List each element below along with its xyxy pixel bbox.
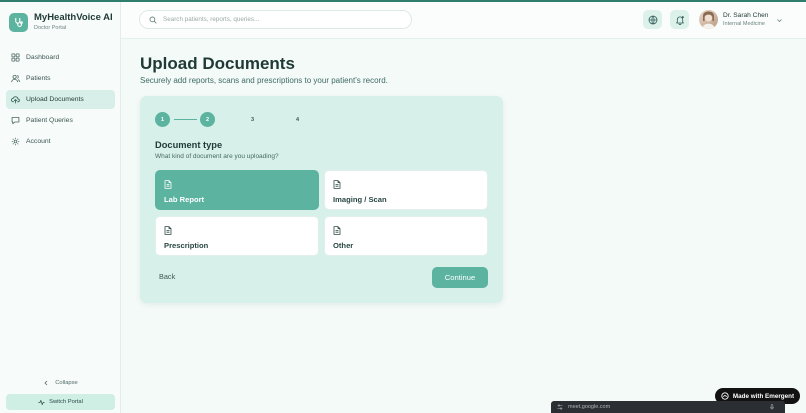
notifications-button[interactable] <box>670 10 689 29</box>
badge-label: Made with Emergent <box>732 392 795 400</box>
wizard-stepper: 1 2 3 4 <box>155 112 315 127</box>
avatar[interactable] <box>699 10 718 29</box>
search-input[interactable] <box>163 16 403 23</box>
microphone-icon[interactable] <box>769 404 775 410</box>
sidebar-item-label: Upload Documents <box>26 96 84 103</box>
emergent-logo-icon <box>721 392 729 400</box>
chevron-left-icon <box>44 380 48 385</box>
section-title: Document type <box>155 140 223 150</box>
step-connector <box>174 119 197 120</box>
sidebar-item-label: Account <box>26 138 51 145</box>
stethoscope-logo-icon <box>9 12 28 32</box>
sidebar-item-upload-documents[interactable]: Upload Documents <box>6 90 115 109</box>
bell-icon <box>675 15 684 25</box>
option-lab-report[interactable]: Lab Report <box>155 170 319 210</box>
sidebar-item-patient-queries[interactable]: Patient Queries <box>6 111 115 130</box>
step-4: 4 <box>295 116 300 123</box>
option-label: Prescription <box>164 241 209 250</box>
switch-portal-label: Switch Portal <box>49 399 83 405</box>
step-3: 3 <box>250 116 255 123</box>
pulse-icon <box>38 399 45 405</box>
user-role: Internal Medicine <box>723 21 765 27</box>
continue-button[interactable]: Continue <box>432 267 488 288</box>
sidebar-item-account[interactable]: Account <box>6 132 115 151</box>
brand[interactable]: MyHealthVoice AI Doctor Portal <box>9 12 113 32</box>
top-header: Dr. Sarah Chen Internal Medicine <box>121 2 806 39</box>
option-imaging-scan[interactable]: Imaging / Scan <box>324 170 488 210</box>
step-2: 2 <box>200 112 215 127</box>
language-button[interactable] <box>643 10 662 29</box>
sidebar-item-dashboard[interactable]: Dashboard <box>6 48 115 67</box>
switch-portal-button[interactable]: Switch Portal <box>6 394 115 410</box>
option-label: Imaging / Scan <box>333 195 387 204</box>
sidebar-item-label: Patient Queries <box>26 117 73 124</box>
option-prescription[interactable]: Prescription <box>155 216 319 256</box>
page-title: Upload Documents <box>140 54 295 73</box>
search-bar[interactable] <box>139 10 412 29</box>
app-subtitle: Doctor Portal <box>34 25 67 31</box>
sidebar-nav: Dashboard Patients Upload Documents Pati… <box>6 48 115 153</box>
user-menu[interactable]: Dr. Sarah Chen Internal Medicine <box>723 11 768 28</box>
app-name: MyHealthVoice AI <box>34 12 113 23</box>
user-avatar-icon <box>702 11 715 29</box>
sidebar-item-label: Patients <box>26 75 51 82</box>
collapse-button[interactable]: Collapse <box>6 376 115 389</box>
screen-share-bar: meet.google.com <box>551 401 785 413</box>
sidebar-item-patients[interactable]: Patients <box>6 69 115 88</box>
sidebar-item-label: Dashboard <box>26 54 60 61</box>
sidebar: MyHealthVoice AI Doctor Portal Dashboard… <box>0 2 121 413</box>
search-icon <box>149 16 157 24</box>
document-icon <box>333 180 341 189</box>
step-1: 1 <box>155 112 170 127</box>
users-icon <box>11 74 20 83</box>
gear-icon <box>11 137 20 146</box>
collapse-label: Collapse <box>55 379 78 386</box>
globe-icon <box>648 15 657 24</box>
option-other[interactable]: Other <box>324 216 488 256</box>
chevron-down-icon[interactable] <box>776 17 783 24</box>
cloud-upload-icon <box>11 96 20 104</box>
back-button[interactable]: Back <box>159 272 175 281</box>
section-subtitle: What kind of document are you uploading? <box>155 153 279 160</box>
document-icon <box>164 180 172 189</box>
option-label: Lab Report <box>164 195 205 204</box>
dashboard-icon <box>11 53 20 62</box>
document-icon <box>164 226 172 235</box>
message-icon <box>11 116 20 125</box>
user-name: Dr. Sarah Chen <box>723 12 769 19</box>
meet-url: meet.google.com <box>568 404 611 410</box>
page-subtitle: Securely add reports, scans and prescrip… <box>140 76 388 85</box>
upload-wizard-card: 1 2 3 4 Document type What kind of docum… <box>140 96 503 303</box>
sliders-icon <box>557 404 563 410</box>
document-icon <box>333 226 341 235</box>
option-label: Other <box>333 241 354 250</box>
